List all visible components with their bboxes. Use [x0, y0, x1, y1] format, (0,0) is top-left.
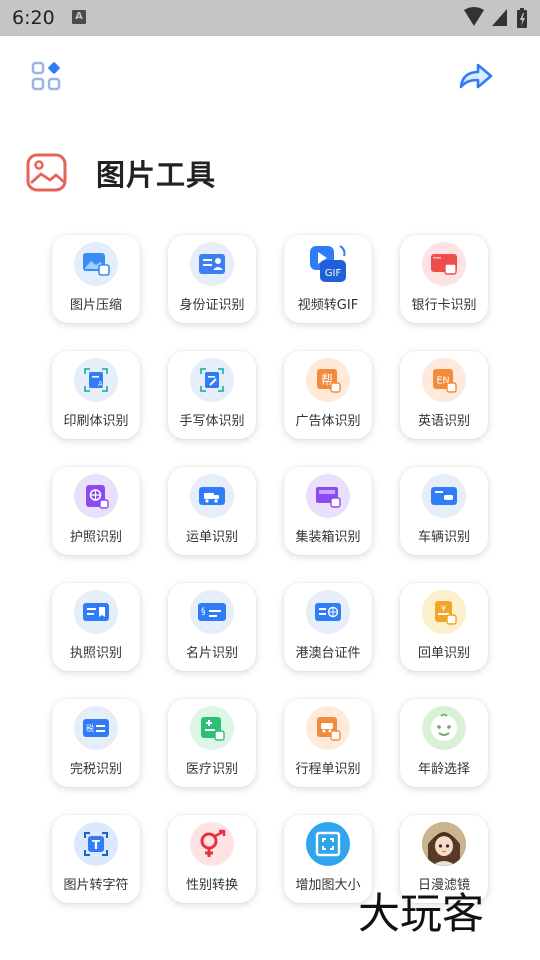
tool-vehicle[interactable]: 车辆识别: [400, 467, 488, 555]
tool-handwriting-ocr[interactable]: 手写体识别: [168, 351, 256, 439]
tool-label: 完税识别: [69, 762, 122, 777]
share-icon[interactable]: [458, 62, 494, 92]
tool-hk-macau-tw[interactable]: 港澳台证件: [284, 583, 372, 671]
enlarge-icon: [306, 822, 350, 866]
tool-label: 视频转GIF: [297, 298, 359, 313]
image-to-text-icon: T: [74, 822, 118, 866]
tax-icon: 税: [74, 706, 118, 750]
gif-badge: GIF: [325, 268, 342, 279]
section-header: 图片工具: [26, 150, 216, 196]
tool-label: 年龄选择: [417, 762, 470, 777]
handwriting-ocr-icon: [190, 358, 234, 402]
medical-icon: [190, 706, 234, 750]
image-compress-icon: [74, 242, 118, 286]
tool-label: 增加图大小: [295, 878, 361, 893]
tool-label: 回单识别: [417, 646, 470, 661]
battery-icon: [517, 8, 527, 28]
tool-label: 图片压缩: [69, 298, 122, 313]
tool-passport[interactable]: 护照识别: [52, 467, 140, 555]
ad-font-icon: 帮: [306, 358, 350, 402]
tool-image-compress[interactable]: 图片压缩: [52, 235, 140, 323]
watermark-text: 大玩客: [358, 889, 485, 938]
bank-card-icon: [422, 242, 466, 286]
tool-english-ocr[interactable]: EN 英语识别: [400, 351, 488, 439]
tool-container[interactable]: 集装箱识别: [284, 467, 372, 555]
print-ocr-icon: A: [74, 358, 118, 402]
status-time: 6:20: [12, 7, 55, 29]
tool-label: 英语识别: [417, 414, 470, 429]
svg-text:§: §: [201, 607, 206, 617]
gender-swap-icon: [190, 822, 234, 866]
svg-text:A: A: [98, 380, 103, 388]
tool-label: 广告体识别: [295, 414, 361, 429]
tool-label: 银行卡识别: [411, 298, 477, 313]
tool-age[interactable]: 年龄选择: [400, 699, 488, 787]
passport-icon: [74, 474, 118, 518]
tool-itinerary[interactable]: 行程单识别: [284, 699, 372, 787]
apps-icon[interactable]: [30, 60, 64, 94]
tool-label: 护照识别: [69, 530, 122, 545]
receipt-icon: ¥: [422, 590, 466, 634]
waybill-icon: [190, 474, 234, 518]
vehicle-icon: [422, 474, 466, 518]
tool-label: 集装箱识别: [295, 530, 361, 545]
tool-waybill[interactable]: 运单识别: [168, 467, 256, 555]
container-icon: [306, 474, 350, 518]
status-bar: 6:20 A: [0, 0, 540, 36]
tool-label: 港澳台证件: [295, 646, 361, 661]
tool-receipt[interactable]: ¥ 回单识别: [400, 583, 488, 671]
tool-label: 性别转换: [185, 878, 238, 893]
tool-video-to-gif[interactable]: GIF 视频转GIF: [284, 235, 372, 323]
tool-label: 图片转字符: [63, 878, 129, 893]
anime-avatar-icon: [422, 822, 466, 866]
video-gif-icon: GIF: [306, 242, 350, 286]
business-card-icon: §: [190, 590, 234, 634]
tool-label: 医疗识别: [185, 762, 238, 777]
tool-label: 名片识别: [185, 646, 238, 661]
tools-grid: 图片压缩 身份证识别 GIF 视频转GIF 银行卡识别 A 印刷体识别 手写体识…: [52, 235, 492, 903]
notification-icon: A: [72, 10, 86, 24]
tool-label: 执照识别: [69, 646, 122, 661]
tax-badge: 税: [86, 723, 94, 733]
baby-face-icon: [422, 706, 466, 750]
page-title: 图片工具: [96, 158, 217, 192]
tool-label: 身份证识别: [179, 298, 245, 313]
tool-print-ocr[interactable]: A 印刷体识别: [52, 351, 140, 439]
tool-medical[interactable]: 医疗识别: [168, 699, 256, 787]
t-badge: T: [92, 838, 101, 852]
tool-label: 印刷体识别: [63, 414, 129, 429]
tool-id-card[interactable]: 身份证识别: [168, 235, 256, 323]
wifi-icon: [464, 7, 484, 26]
tool-image-to-text[interactable]: T 图片转字符: [52, 815, 140, 903]
yuan-badge: ¥: [441, 604, 446, 613]
english-ocr-icon: EN: [422, 358, 466, 402]
image-icon: [26, 153, 67, 192]
id-card-icon: [190, 242, 234, 286]
tool-ad-font-ocr[interactable]: 帮 广告体识别: [284, 351, 372, 439]
signal-icon: [492, 9, 507, 26]
tool-business-card[interactable]: § 名片识别: [168, 583, 256, 671]
hk-permit-icon: [306, 590, 350, 634]
tool-gender-swap[interactable]: 性别转换: [168, 815, 256, 903]
tool-bank-card[interactable]: 银行卡识别: [400, 235, 488, 323]
tool-label: 手写体识别: [179, 414, 245, 429]
tool-tax[interactable]: 税 完税识别: [52, 699, 140, 787]
tool-label: 车辆识别: [417, 530, 470, 545]
license-icon: [74, 590, 118, 634]
tool-license[interactable]: 执照识别: [52, 583, 140, 671]
itinerary-icon: [306, 706, 350, 750]
tool-label: 运单识别: [185, 530, 238, 545]
tool-label: 行程单识别: [295, 762, 361, 777]
